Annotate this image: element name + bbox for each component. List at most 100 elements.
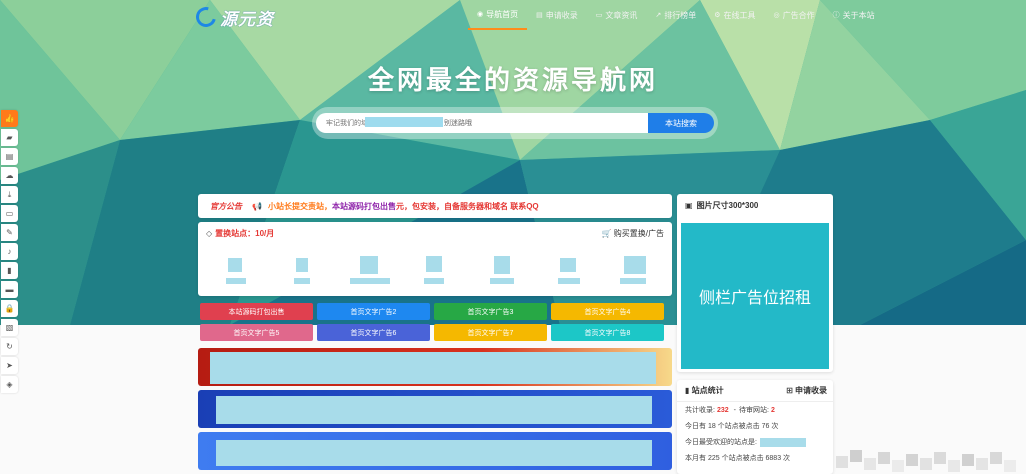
nav-item-tools[interactable]: ⚙ 在线工具: [705, 0, 764, 30]
exchange-sites-card: ◇ 置换站点：10/月 🛒 购买置换/广告: [198, 222, 672, 296]
stats-month-row: 本月有 225 个站点被点击 6883 次: [685, 455, 791, 462]
redacted-banner: [216, 440, 652, 466]
sites-title-text: 置换站点：10/月: [215, 228, 275, 238]
bookmark-icon[interactable]: ▮: [1, 262, 18, 279]
nav-label: 排行榜单: [664, 10, 697, 20]
apply-icon: ▤: [536, 12, 543, 19]
tag-icon[interactable]: ◈: [1, 376, 18, 393]
monitor-icon[interactable]: ▭: [1, 205, 18, 222]
text-ad[interactable]: 本站源码打包出售: [200, 303, 313, 320]
nav-item-ranking[interactable]: ↗ 排行榜单: [646, 0, 705, 30]
nav-item-about[interactable]: ⓘ 关于本站: [824, 0, 884, 30]
plus-icon: ⊞: [786, 386, 795, 395]
text-ad[interactable]: 首页文字广告2: [317, 303, 430, 320]
nav-label: 关于本站: [842, 10, 875, 20]
nav-label: 在线工具: [723, 10, 756, 20]
notice-segment: 小站长提交责站，: [267, 201, 332, 211]
notice-bar: 官方公告 📢 小站长提交责站，本站源码打包出售元，包安装，自备服务器和域名 联系…: [198, 194, 830, 218]
ad-label: 首页文字广告6: [350, 329, 397, 337]
card-icon[interactable]: ▬: [1, 281, 18, 298]
nav-item-home[interactable]: ◉ 导航首页: [468, 0, 528, 30]
ad-label: 本站源码打包出售: [228, 308, 285, 316]
cloud-icon[interactable]: ☁: [1, 167, 18, 184]
logo-text: 源元资: [220, 9, 274, 29]
folder-icon: ▭: [595, 12, 603, 19]
ad-label: 首页文字广告7: [467, 329, 514, 337]
lock-icon[interactable]: 🔒: [1, 300, 18, 317]
stats-popular-row: 今日最受欢迎的站点是:: [677, 434, 833, 450]
text-ad[interactable]: 首页文字广告5: [200, 324, 313, 341]
top-nav: ◉ 导航首页 ▤ 申请收录 ▭ 文章资讯 ↗ 排行榜单 ⚙ 在线工具 ◎ 广告合作 ⓘ 关于本…: [468, 0, 884, 30]
sidebar-ad-slot[interactable]: 侧栏广告位招租: [681, 223, 829, 369]
total-label: 共计收录:: [685, 407, 715, 414]
gear-icon: ⚙: [714, 12, 721, 19]
stats-header: ▮ 站点统计 ⊞ 申请收录: [677, 380, 833, 402]
sites-title: ◇ 置换站点：10/月: [206, 228, 274, 239]
search-button[interactable]: 本站搜索: [648, 113, 714, 133]
refresh-icon[interactable]: ↻: [1, 338, 18, 355]
image-icon: ▣: [685, 200, 693, 210]
stats-separator: -: [733, 406, 736, 414]
image-icon[interactable]: ▧: [1, 319, 18, 336]
edit-icon[interactable]: ✎: [1, 224, 18, 241]
search-placeholder-suffix: 别迷路哦: [444, 120, 472, 127]
notice-title: 官方公告: [210, 201, 242, 211]
sidebar-ad-card: ▣ 图片尺寸300*300 侧栏广告位招租: [677, 194, 833, 372]
nav-label: 导航首页: [486, 9, 519, 19]
text-ad[interactable]: 首页文字广告6: [317, 324, 430, 341]
target-icon: ◎: [773, 12, 780, 19]
pending-count: 2: [770, 406, 775, 414]
banner-ad[interactable]: [198, 432, 672, 470]
thumbs-up-icon[interactable]: 👍: [1, 110, 18, 127]
ad-label: 首页文字广告3: [467, 308, 514, 316]
redacted-banner: [216, 396, 652, 424]
stats-total-row: 共计收录: 232 - 待审网站: 2: [677, 402, 833, 418]
text-ad[interactable]: 首页文字广告3: [434, 303, 547, 320]
nav-label: 广告合作: [782, 10, 815, 20]
site-logo[interactable]: 源元资: [192, 3, 276, 31]
site-grid: [198, 252, 672, 288]
pixelated-redaction: [836, 450, 1016, 472]
notice-segment: 元，包安装，自备服务器和域名 联系QQ: [395, 201, 539, 211]
nav-item-apply[interactable]: ▤ 申请收录: [527, 0, 587, 30]
banner-ad[interactable]: [198, 390, 672, 428]
megaphone-icon: 📢: [252, 201, 262, 211]
buy-label: 购买置换/广告: [613, 228, 664, 238]
redacted-domain: [365, 117, 443, 127]
logo-mark-icon: [192, 3, 220, 31]
sidebar-ad-header: ▣ 图片尺寸300*300: [677, 194, 833, 216]
diamond-icon: ◇: [206, 228, 213, 238]
send-icon[interactable]: ➤: [1, 357, 18, 374]
redacted-popular-site: [759, 437, 806, 447]
banner-ad[interactable]: [198, 348, 672, 386]
download-icon[interactable]: ⤓: [1, 186, 18, 203]
chart-icon: ↗: [655, 12, 662, 19]
nav-label: 申请收录: [545, 10, 578, 20]
nav-label: 文章资讯: [605, 10, 638, 20]
total-count: 232: [716, 406, 729, 414]
ad-label: 首页文字广告8: [584, 329, 631, 337]
apply-link[interactable]: ⊞ 申请收录: [786, 385, 827, 396]
bookmark-icon: ▮: [685, 386, 692, 395]
sidebar-ad-title: 图片尺寸300*300: [696, 200, 759, 210]
stats-title: ▮ 站点统计: [685, 385, 724, 396]
popular-label: 今日最受欢迎的站点是:: [685, 439, 757, 446]
buy-exchange-link[interactable]: 🛒 购买置换/广告: [602, 228, 664, 239]
notice-text[interactable]: 小站长提交责站，本站源码打包出售元，包安装，自备服务器和域名 联系QQ: [268, 201, 539, 212]
ad-label: 首页文字广告5: [233, 329, 280, 337]
ad-label: 首页文字广告2: [350, 308, 397, 316]
text-ad[interactable]: 首页文字广告8: [551, 324, 664, 341]
nav-item-articles[interactable]: ▭ 文章资讯: [587, 0, 647, 30]
music-icon[interactable]: ♪: [1, 243, 18, 260]
text-ad[interactable]: 首页文字广告4: [551, 303, 664, 320]
nav-item-ads[interactable]: ◎ 广告合作: [765, 0, 824, 30]
apply-label: 申请收录: [795, 386, 827, 395]
hero-title: 全网最全的资源导航网: [367, 65, 658, 95]
notice-segment: 本站源码打包出售: [331, 201, 396, 211]
ad-label: 首页文字广告4: [584, 308, 631, 316]
text-ad[interactable]: 首页文字广告7: [434, 324, 547, 341]
info-icon: ⓘ: [832, 12, 840, 19]
file-icon[interactable]: ▤: [1, 148, 18, 165]
book-icon[interactable]: ▰: [1, 129, 18, 146]
home-icon: ◉: [477, 11, 484, 18]
